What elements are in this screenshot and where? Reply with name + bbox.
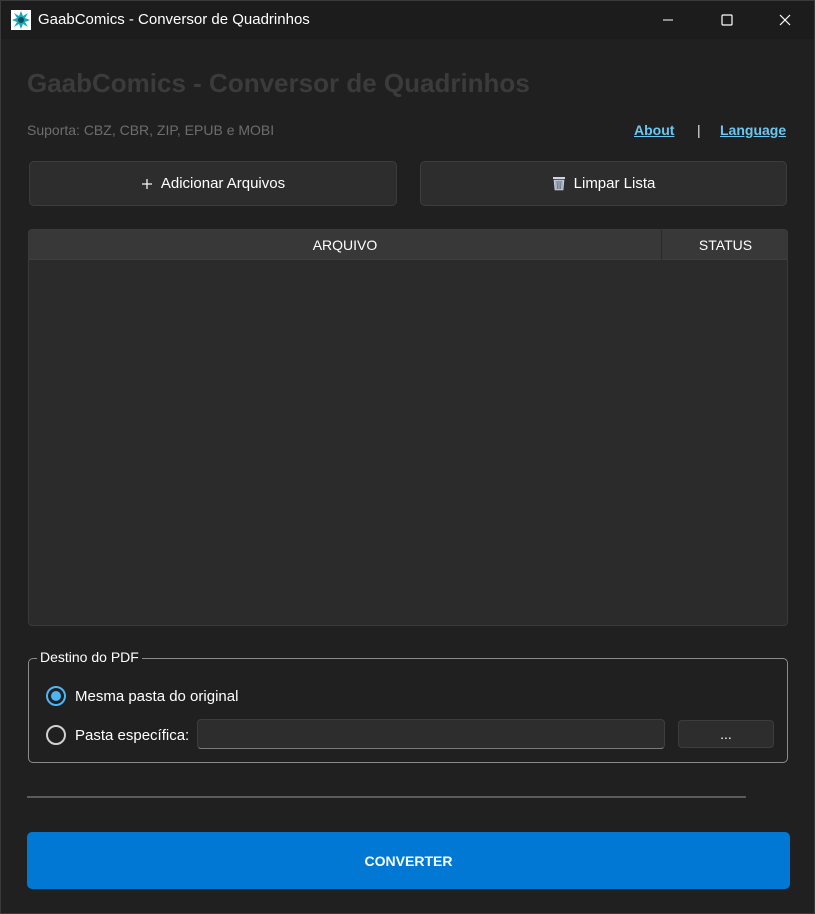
comic-burst-icon [11,10,31,30]
progress-bar [27,796,746,798]
column-header-status[interactable]: STATUS [662,230,787,260]
clear-list-label: Limpar Lista [573,175,656,192]
clear-list-button[interactable]: Limpar Lista [420,161,787,206]
file-list-table[interactable]: ARQUIVO STATUS [28,229,788,626]
browse-folder-button[interactable]: ... [678,720,774,748]
link-separator: | [697,122,701,138]
wastebasket-icon [552,176,566,191]
radio-specific-folder[interactable] [46,725,66,745]
table-header: ARQUIVO STATUS [29,230,787,260]
group-legend: Destino do PDF [37,649,142,665]
column-header-file[interactable]: ARQUIVO [29,230,662,260]
add-files-button[interactable]: Adicionar Arquivos [29,161,397,206]
convert-button[interactable]: CONVERTER [27,832,790,889]
minimize-icon [663,19,673,21]
app-window: GaabComics - Conversor de Quadrinhos Gaa… [0,0,815,914]
plus-icon [141,178,153,190]
radio-same-folder[interactable] [46,686,66,706]
radio-same-folder-label[interactable]: Mesma pasta do original [75,688,238,705]
minimize-button[interactable] [639,1,697,39]
add-files-label: Adicionar Arquivos [160,175,286,192]
language-link[interactable]: Language [720,122,786,138]
window-title: GaabComics - Conversor de Quadrinhos [38,11,310,28]
close-icon [779,14,791,26]
app-heading: GaabComics - Conversor de Quadrinhos [27,68,530,98]
about-link[interactable]: About [634,122,674,138]
maximize-icon [721,14,733,26]
maximize-button[interactable] [698,1,756,39]
radio-specific-folder-label[interactable]: Pasta específica: [75,727,189,744]
pdf-destination-group: Destino do PDF Mesma pasta do original P… [28,649,788,763]
folder-path-input[interactable] [197,719,665,749]
supported-formats-text: Suporta: CBZ, CBR, ZIP, EPUB e MOBI [27,122,275,138]
close-button[interactable] [756,1,814,39]
title-bar[interactable]: GaabComics - Conversor de Quadrinhos [1,1,814,39]
